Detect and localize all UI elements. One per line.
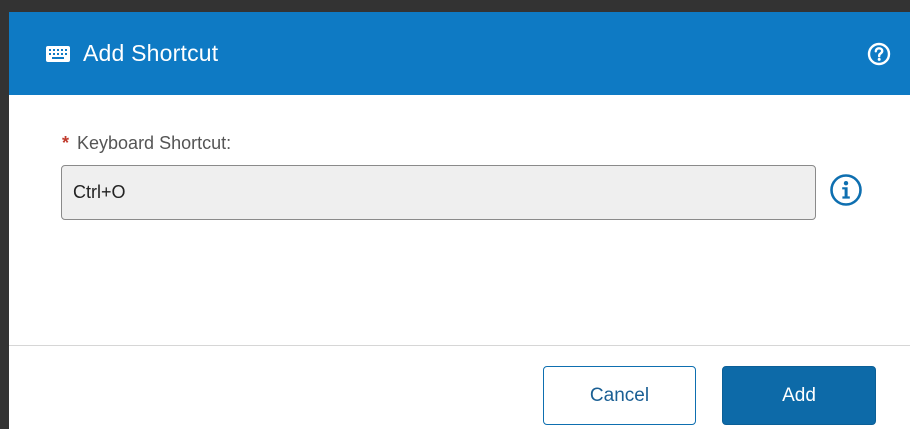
required-marker: * <box>62 133 70 153</box>
dialog-header: Add Shortcut <box>9 12 910 95</box>
info-circle-icon <box>830 174 862 206</box>
dialog-footer: Cancel Add <box>9 346 910 429</box>
add-shortcut-dialog: Add Shortcut * Keyboard Shortcut: Cancel <box>0 0 910 429</box>
keyboard-icon <box>45 45 71 63</box>
dialog-title: Add Shortcut <box>83 40 219 66</box>
keyboard-shortcut-label: * Keyboard Shortcut: <box>62 133 231 154</box>
add-button[interactable]: Add <box>722 366 876 425</box>
info-button[interactable] <box>829 173 863 207</box>
help-circle-icon <box>867 42 891 65</box>
cancel-button[interactable]: Cancel <box>543 366 696 425</box>
keyboard-shortcut-label-text: Keyboard Shortcut: <box>77 133 232 153</box>
window-top-edge <box>0 0 910 12</box>
dialog-body: * Keyboard Shortcut: <box>9 95 910 345</box>
keyboard-shortcut-input[interactable] <box>62 166 815 219</box>
help-button[interactable] <box>866 41 892 67</box>
keyboard-shortcut-field-wrapper <box>61 165 816 220</box>
